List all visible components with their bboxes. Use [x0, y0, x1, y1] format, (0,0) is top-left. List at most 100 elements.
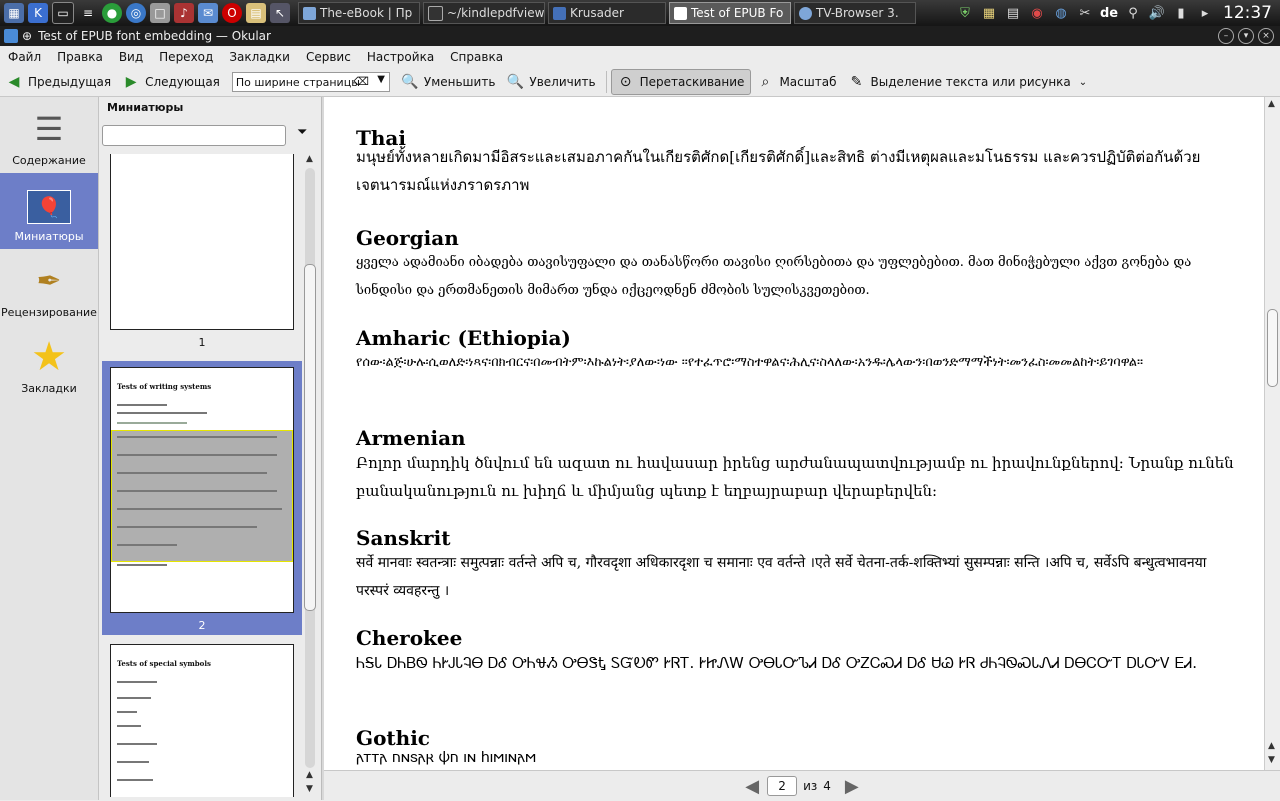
menu-settings[interactable]: Настройка	[359, 50, 442, 64]
task-krusader[interactable]: Krusader	[548, 2, 666, 24]
section-amharic: Amharic (Ethiopia) የሰው፡ልጅ፡ሁሉ፡ሲወለድ፡ነጻና፡በክ…	[356, 327, 1236, 377]
clipboard-scissors-icon[interactable]: ✂	[1075, 3, 1095, 23]
document-scrollbar[interactable]: ▲ ▲ ▼	[1264, 97, 1280, 770]
okular-app-icon[interactable]	[4, 29, 18, 43]
menu-help[interactable]: Справка	[442, 50, 511, 64]
filter-icon[interactable]: ⏷	[297, 125, 307, 140]
arrow-left-icon: ◀	[8, 74, 20, 90]
scroll-up-icon[interactable]: ▲	[306, 154, 313, 164]
scroll-down-icon[interactable]: ▲	[306, 770, 313, 780]
thumbnails-scrollbar[interactable]: ▲ ▲ ▼	[303, 154, 317, 797]
scroll-down-icon[interactable]: ▼	[1268, 755, 1275, 765]
player-icon[interactable]: ♪	[174, 3, 194, 23]
thumbnails-icon: 🎈	[27, 190, 71, 224]
next-page-button[interactable]: ▶ Следующая	[117, 70, 226, 94]
close-icon[interactable]: ×	[1258, 28, 1274, 44]
text-line	[117, 743, 157, 745]
previous-page-button[interactable]: ◀ Предыдущая	[0, 70, 117, 94]
book-icon[interactable]: ▤	[246, 3, 266, 23]
volume-icon[interactable]: 🔊	[1147, 3, 1167, 23]
section-cherokee: Cherokee ᏂᎦᏓ ᎠᏂᏴᏫ ᏂᎨᎫᏓᎸᎾ ᎠᎴ ᎤᏂᏠᏱ ᎤᎾᏕᎿ ᏚᏳ…	[356, 627, 1236, 677]
page-number: 1	[198, 336, 206, 349]
page-preview	[110, 154, 294, 330]
zoom-tool-button[interactable]: ⌕ Масштаб	[751, 70, 842, 94]
keyboard-layout[interactable]: de	[1099, 3, 1119, 23]
quick-launch: ▦ K ▭ ≡ ● ◎ □ ♪ ✉ O ▤ ↖	[0, 2, 292, 24]
apps-menu-icon[interactable]: ▦	[4, 3, 24, 23]
thumbnail-page-3[interactable]: Tests of special symbols 3	[102, 644, 302, 797]
tvbrowser-task-icon	[799, 6, 812, 20]
usb-icon[interactable]: ⚲	[1123, 3, 1143, 23]
menu-file[interactable]: Файл	[0, 50, 49, 64]
prev-page-arrow-icon[interactable]: ◀	[745, 776, 759, 797]
menu-tools[interactable]: Сервис	[298, 50, 359, 64]
zoom-out-label: Уменьшить	[423, 75, 496, 89]
task-okular[interactable]: Test of EPUB Fo	[669, 2, 791, 24]
notes-icon[interactable]: ▦	[979, 3, 999, 23]
mail-icon[interactable]: ✉	[198, 3, 218, 23]
window-titlebar: ⊕ Test of EPUB font embedding — Okular –…	[0, 26, 1280, 46]
menu-go[interactable]: Переход	[151, 50, 221, 64]
thumbnail-page-2[interactable]: Tests of writing systems 2	[102, 361, 302, 635]
maximize-icon[interactable]: ▾	[1238, 28, 1254, 44]
thumbnails-search-input[interactable]	[102, 125, 286, 146]
files-icon[interactable]: □	[150, 3, 170, 23]
opera-icon[interactable]: O	[222, 3, 242, 23]
menu-bookmarks[interactable]: Закладки	[221, 50, 298, 64]
scroll-up-icon[interactable]: ▲	[1268, 99, 1275, 109]
sidebar-item-review[interactable]: ✒ Рецензирование	[0, 249, 98, 325]
visible-area-rect[interactable]	[111, 430, 293, 562]
task-tvbrowser[interactable]: TV-Browser 3.	[794, 2, 916, 24]
dictionary-icon[interactable]: ▤	[1003, 3, 1023, 23]
previous-label: Предыдущая	[28, 75, 112, 89]
document-view[interactable]: Thai มนุษย์ทั้งหลายเกิดมามีอิสระและเสมอภ…	[324, 97, 1280, 800]
chevron-down-icon[interactable]: ▼	[377, 74, 385, 85]
terminal-icon[interactable]: ▭	[52, 2, 74, 24]
kde-menu-icon[interactable]: K	[28, 3, 48, 23]
scroll-handle[interactable]	[1267, 309, 1278, 387]
browse-drag-button[interactable]: ⊙ Перетаскивание	[610, 69, 752, 95]
arrow-right-icon: ▶	[125, 74, 137, 90]
clock[interactable]: 12:37	[1223, 3, 1272, 23]
recorder-icon[interactable]: ◉	[1027, 3, 1047, 23]
chrome-icon[interactable]: ●	[102, 3, 122, 23]
task-kindlepdfviewer[interactable]: ~/kindlepdfview	[423, 2, 545, 24]
thumbnail-list[interactable]: 1 Tests of writing systems 2 Tests of sp…	[102, 154, 302, 797]
zoom-mode-select[interactable]: По ширине страницы ⌫ ▼	[231, 72, 390, 92]
browser-icon[interactable]: ◎	[126, 3, 146, 23]
current-page-input[interactable]: 2	[767, 776, 798, 796]
chrome-task-icon	[303, 6, 316, 20]
task-list: The-eBook | Пр ~/kindlepdfview Krusader …	[298, 2, 919, 24]
scroll-down-icon[interactable]: ▲	[1268, 741, 1275, 751]
clear-icon[interactable]: ⌫	[353, 75, 369, 88]
zoom-out-button[interactable]: 🔍 Уменьшить	[396, 70, 502, 94]
pin-icon[interactable]: ⊕	[22, 29, 32, 43]
tray-expand-icon[interactable]: ▸	[1195, 3, 1215, 23]
section-title: Amharic (Ethiopia)	[356, 326, 571, 350]
text-line	[117, 412, 207, 414]
chevron-down-icon[interactable]: ⌄	[1079, 77, 1087, 88]
sidebar-item-thumbnails[interactable]: 🎈 Миниатюры	[0, 173, 98, 249]
next-page-arrow-icon[interactable]: ▶	[845, 776, 859, 797]
sidebar-item-contents[interactable]: ☰ Содержание	[0, 97, 98, 173]
sidebar-item-label: Рецензирование	[1, 306, 97, 319]
task-ebook[interactable]: The-eBook | Пр	[298, 2, 420, 24]
sidebar-item-bookmarks[interactable]: ★ Закладки	[0, 325, 98, 401]
thumbnail-page-1[interactable]: 1	[102, 154, 302, 356]
cursor-app-icon[interactable]: ↖	[270, 3, 290, 23]
menu-view[interactable]: Вид	[111, 50, 151, 64]
scroll-handle[interactable]	[304, 264, 316, 611]
menu-edit[interactable]: Правка	[49, 50, 111, 64]
scroll-down-icon[interactable]: ▼	[306, 784, 313, 794]
list-icon[interactable]: ≡	[78, 3, 98, 23]
text-line	[117, 526, 257, 528]
network-globe-icon[interactable]: ◍	[1051, 3, 1071, 23]
text-line	[117, 697, 151, 699]
zoom-in-button[interactable]: 🔍 Увеличить	[501, 70, 601, 94]
selection-tool-button[interactable]: ✎ Выделение текста или рисунка ⌄	[842, 70, 1093, 94]
minimize-icon[interactable]: –	[1218, 28, 1234, 44]
text-line	[117, 472, 267, 474]
text-line	[117, 564, 167, 566]
shield-icon[interactable]: ⛨	[955, 3, 975, 23]
battery-icon[interactable]: ▮	[1171, 3, 1191, 23]
